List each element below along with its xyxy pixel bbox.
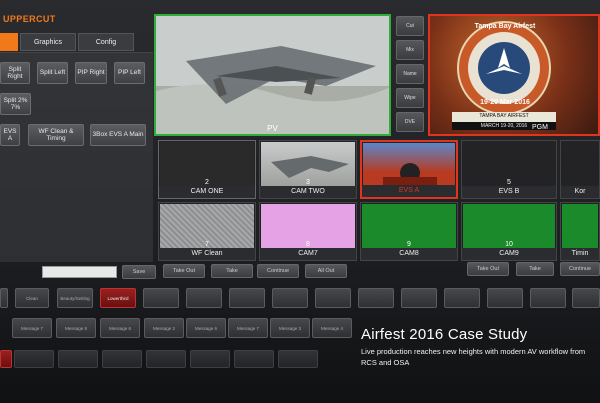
folder-button-7[interactable] (229, 288, 265, 308)
folder-button-12[interactable] (444, 288, 480, 308)
source-number: 10 (505, 241, 513, 248)
pip-right-button[interactable]: PIP Right (75, 62, 107, 84)
source-tile-timing[interactable]: Timin (560, 202, 600, 261)
tab-graphics[interactable]: Graphics (20, 33, 76, 51)
folder-button[interactable] (0, 288, 8, 308)
wf-clean-timing-button[interactable]: WF Clean & Timing (28, 124, 84, 146)
empty-button[interactable] (102, 350, 142, 368)
source-tile-cam7[interactable]: 8 CAM7 (259, 202, 357, 261)
source-label: Timin (561, 248, 599, 260)
pip-left-button[interactable]: PIP Left (114, 62, 145, 84)
source-label: Kor (561, 186, 599, 198)
preview-monitor: PV (154, 14, 391, 136)
production-switcher-screen: UPPERCUT Graphics Config Split Right Spl… (0, 0, 600, 403)
case-study-subtitle: Live production reaches new heights with… (361, 347, 586, 367)
source-tile-kor[interactable]: Kor (560, 140, 600, 199)
source-label: CAM7 (260, 248, 356, 260)
empty-button[interactable] (190, 350, 230, 368)
folder-button-10[interactable] (358, 288, 394, 308)
mix-button[interactable]: Mix (396, 40, 424, 60)
empty-button[interactable] (146, 350, 186, 368)
all-out-button[interactable]: All Out (305, 264, 347, 278)
source-tile-cam9[interactable]: 10 CAM9 (461, 202, 557, 261)
folder-button-beauty[interactable]: Beauty/Setting (57, 288, 93, 308)
empty-button[interactable] (14, 350, 54, 368)
folder-button-5[interactable] (143, 288, 179, 308)
source-label: EVS B (462, 186, 556, 198)
source-number: 8 (306, 241, 310, 248)
folder-button-14[interactable] (530, 288, 566, 308)
message-button[interactable]: Message 2 (144, 318, 184, 338)
source-label: CAM ONE (159, 186, 255, 198)
source-label: WF Clean (159, 248, 255, 260)
save-button[interactable]: Save (122, 265, 156, 279)
folder-button-8[interactable] (272, 288, 308, 308)
status-indicator (0, 350, 12, 368)
source-number: 2 (205, 179, 209, 186)
source-number: 9 (407, 241, 411, 248)
evs-a-button[interactable]: EVS A (0, 124, 20, 146)
message-button[interactable]: Message 8 (56, 318, 96, 338)
take-out-button-2[interactable]: Take Out (467, 262, 509, 276)
split-preset-button[interactable]: Split 2% 7% (0, 93, 31, 115)
program-monitor: Tampa Bay Airfest 19-20 Mar 2016 TAMPA B… (428, 14, 600, 136)
cut-button[interactable]: Cut (396, 16, 424, 36)
name-button[interactable]: Name (396, 64, 424, 84)
preview-label: PV (267, 124, 278, 133)
message-button[interactable]: Message 6 (186, 318, 226, 338)
source-tile-wf-clean[interactable]: 7 WF Clean (158, 202, 256, 261)
split-left-button[interactable]: Split Left (37, 62, 68, 84)
continue-button[interactable]: Continue (257, 264, 299, 278)
source-label: CAM TWO (260, 186, 356, 198)
message-button[interactable]: Message 4 (312, 318, 352, 338)
split-right-button[interactable]: Split Right (0, 62, 30, 84)
source-label: CAM9 (462, 248, 556, 260)
source-tile-cam-two[interactable]: 3 CAM TWO (259, 140, 357, 199)
folder-button-9[interactable] (315, 288, 351, 308)
source-number: 5 (507, 179, 511, 186)
message-button[interactable]: Message 3 (270, 318, 310, 338)
tab-config[interactable]: Config (78, 33, 134, 51)
folder-button-lowerthird[interactable]: Lowerthird (100, 288, 136, 308)
folder-button-11[interactable] (401, 288, 437, 308)
folder-button-13[interactable] (487, 288, 523, 308)
source-label: EVS A (362, 185, 456, 197)
folder-button-clean[interactable]: Clean (15, 288, 49, 308)
panel-title: UPPERCUT (3, 14, 56, 24)
tab-main[interactable] (0, 33, 18, 51)
continue-button-2[interactable]: Continue (560, 262, 600, 276)
banner-line-1: TAMPA BAY AIRFEST (479, 113, 529, 119)
folder-button-15[interactable] (572, 288, 600, 308)
empty-button[interactable] (58, 350, 98, 368)
source-tile-evs-a[interactable]: EVS A (360, 140, 458, 199)
take-button[interactable]: Take (211, 264, 253, 278)
cockpit-thumbnail (383, 163, 437, 187)
message-button[interactable]: Message 6 (100, 318, 140, 338)
source-number: 7 (205, 241, 209, 248)
folder-button-6[interactable] (186, 288, 222, 308)
3box-evs-button[interactable]: 3Box EVS A Main (90, 124, 146, 146)
source-tile-cam-one[interactable]: 2 CAM ONE (158, 140, 256, 199)
dve-button[interactable]: DVE (396, 112, 424, 132)
wipe-button[interactable]: Wipe (396, 88, 424, 108)
empty-button[interactable] (234, 350, 274, 368)
message-button[interactable]: Message 7 (228, 318, 268, 338)
logo-dates: 19-20 Mar 2016 (480, 99, 530, 106)
source-label: CAM8 (361, 248, 457, 260)
take-out-button[interactable]: Take Out (163, 264, 205, 278)
logo-title: Tampa Bay Airfest (474, 23, 536, 30)
name-input[interactable] (42, 266, 117, 278)
take-button-2[interactable]: Take (516, 262, 554, 276)
preview-image (156, 16, 389, 134)
source-tile-evs-b[interactable]: 5 EVS B (461, 140, 557, 199)
empty-button[interactable] (278, 350, 318, 368)
case-study-title: Airfest 2016 Case Study (361, 326, 528, 343)
program-label: PGM (532, 124, 548, 131)
source-tile-cam8[interactable]: 9 CAM8 (360, 202, 458, 261)
message-button[interactable]: Message 7 (12, 318, 52, 338)
source-number: 3 (306, 179, 310, 186)
